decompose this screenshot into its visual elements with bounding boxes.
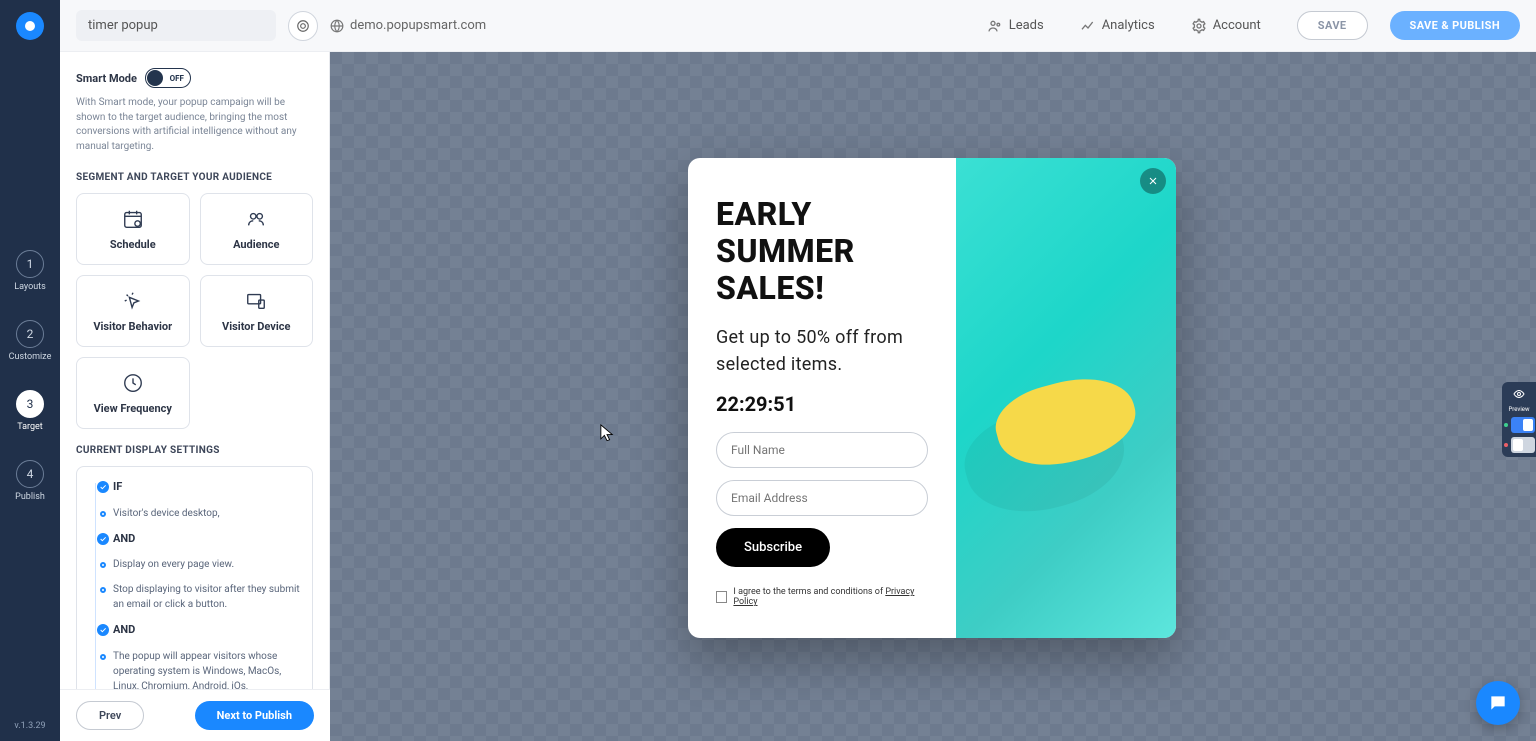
top-bar: demo.popupsmart.com Leads Analytics Acco…	[60, 0, 1536, 52]
nav-analytics[interactable]: Analytics	[1080, 18, 1155, 34]
nav-leads[interactable]: Leads	[987, 18, 1044, 34]
rule-item: Visitor's device desktop,	[85, 506, 304, 521]
rule-and: AND	[85, 622, 304, 639]
smart-mode-description: With Smart mode, your popup campaign wil…	[76, 96, 313, 154]
popup-close-button[interactable]	[1140, 168, 1166, 194]
rule-item: Stop displaying to visitor after they su…	[85, 582, 304, 612]
devices-icon	[244, 290, 268, 312]
popup-headline: EARLY SUMMER SALES!	[716, 196, 928, 306]
card-audience[interactable]: Audience	[200, 193, 314, 265]
analytics-icon	[1080, 18, 1096, 34]
chat-icon	[1488, 693, 1508, 713]
nav-account[interactable]: Account	[1191, 18, 1261, 34]
domain-display: demo.popupsmart.com	[330, 18, 486, 33]
smart-mode-label: Smart Mode	[76, 72, 137, 85]
chat-bubble[interactable]	[1476, 681, 1520, 725]
app-logo[interactable]	[16, 12, 44, 40]
popup-image	[956, 158, 1176, 638]
cursor-click-icon	[121, 290, 145, 312]
target-icon[interactable]	[288, 11, 318, 41]
step-layouts[interactable]: 1 Layouts	[14, 250, 46, 292]
popup-subscribe-button[interactable]: Subscribe	[716, 528, 830, 567]
save-publish-button[interactable]: SAVE & PUBLISH	[1390, 11, 1520, 40]
clock-icon	[121, 372, 145, 394]
preview-label: Preview	[1509, 406, 1530, 413]
card-view-frequency[interactable]: View Frequency	[76, 357, 190, 429]
popup-agree-checkbox[interactable]	[716, 591, 727, 603]
leads-icon	[987, 18, 1003, 34]
smart-mode-toggle[interactable]: OFF	[145, 68, 191, 88]
step-target[interactable]: 3 Target	[16, 390, 44, 432]
step-publish[interactable]: 4 Publish	[15, 460, 45, 502]
panel-footer: Prev Next to Publish	[60, 689, 330, 741]
globe-icon	[330, 19, 344, 33]
current-settings-header: CURRENT DISPLAY SETTINGS	[76, 445, 313, 456]
next-button[interactable]: Next to Publish	[195, 701, 314, 730]
canvas[interactable]: EARLY SUMMER SALES! Get up to 50% off fr…	[330, 52, 1536, 741]
rule-item: The popup will appear visitors whose ope…	[85, 649, 304, 694]
close-icon	[1147, 175, 1159, 187]
segment-header: SEGMENT AND TARGET YOUR AUDIENCE	[76, 172, 313, 183]
campaign-title-input[interactable]	[76, 10, 276, 41]
prev-button[interactable]: Prev	[76, 701, 144, 730]
rule-and: AND	[85, 531, 304, 548]
popup-subhead: Get up to 50% off from selected items.	[716, 324, 928, 378]
calendar-icon	[121, 208, 145, 230]
eye-icon	[1511, 388, 1527, 400]
preview-toggle-on[interactable]	[1511, 417, 1535, 433]
gear-icon	[1191, 18, 1207, 34]
popup-email-input[interactable]	[716, 480, 928, 516]
popup-timer: 22:29:51	[716, 392, 928, 416]
preview-toggle-off[interactable]	[1511, 437, 1535, 453]
card-schedule[interactable]: Schedule	[76, 193, 190, 265]
card-visitor-behavior[interactable]: Visitor Behavior	[76, 275, 190, 347]
version-label: v.1.3.29	[0, 721, 60, 731]
step-customize[interactable]: 2 Customize	[9, 320, 52, 362]
left-nav: 1 Layouts 2 Customize 3 Target 4 Publish…	[0, 0, 60, 741]
cursor-icon	[600, 424, 614, 442]
popup-agree-row: I agree to the terms and conditions of P…	[716, 587, 928, 607]
rule-if: IF	[85, 479, 304, 496]
popup-name-input[interactable]	[716, 432, 928, 468]
save-button[interactable]: SAVE	[1297, 11, 1368, 40]
card-visitor-device[interactable]: Visitor Device	[200, 275, 314, 347]
rule-item: Display on every page view.	[85, 557, 304, 572]
popup-preview: EARLY SUMMER SALES! Get up to 50% off fr…	[688, 158, 1176, 638]
audience-icon	[244, 208, 268, 230]
preview-controls: Preview	[1502, 382, 1536, 457]
side-panel: Smart Mode OFF With Smart mode, your pop…	[60, 52, 330, 741]
